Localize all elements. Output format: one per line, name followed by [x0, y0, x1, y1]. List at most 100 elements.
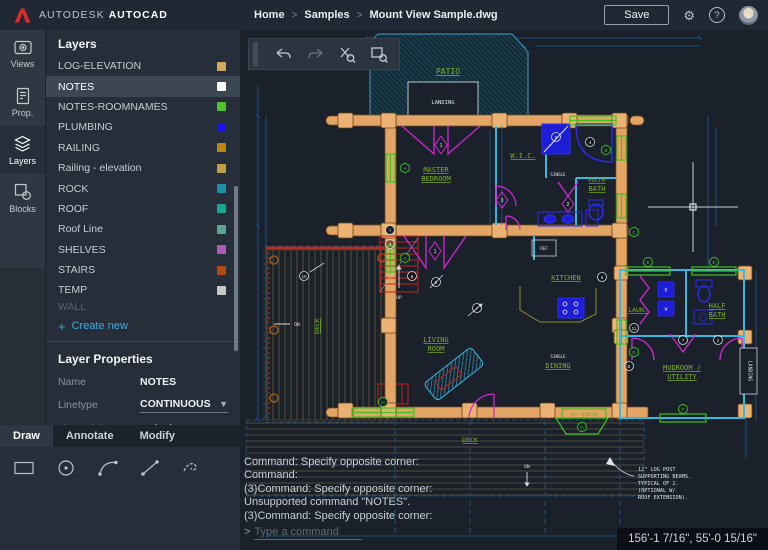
breadcrumb-samples[interactable]: Samples [304, 9, 349, 21]
layer-color-swatch[interactable] [217, 245, 226, 254]
room-label-mudroom-1: MUDROOM / [663, 364, 701, 372]
views-icon [13, 39, 33, 56]
properties-icon [14, 87, 32, 105]
note-line: ROOF EXTENSION). [638, 495, 688, 501]
room-label-landing-top: LANDING [431, 100, 454, 106]
room-label-master-1: MASTER [423, 166, 449, 174]
toolbar-drag-handle[interactable] [253, 42, 258, 66]
layers-panel: Layers LOG-ELEVATION NOTES NOTES-ROOMNAM… [45, 30, 240, 425]
svg-text:E: E [712, 260, 715, 265]
brand-logo: AUTODESK AUTOCAD [0, 6, 240, 25]
layers-icon [13, 135, 32, 153]
arc-tool-button[interactable] [94, 457, 122, 479]
undo-icon[interactable] [274, 46, 293, 62]
save-button[interactable]: Save [604, 5, 669, 25]
layer-color-swatch[interactable] [217, 266, 226, 275]
property-row-linetype: Linetype CONTINUOUS ▼ [46, 393, 240, 418]
sidebar-item-layers[interactable]: Layers [0, 126, 45, 174]
breadcrumb-home[interactable]: Home [254, 9, 285, 21]
layers-scrollbar[interactable] [234, 186, 238, 351]
layer-row-partial[interactable]: WALL [46, 301, 240, 314]
sidebar-item-blocks[interactable]: Blocks [0, 174, 45, 222]
create-new-layer-button[interactable]: + Create new [46, 314, 240, 342]
layer-row[interactable]: SHELVES [46, 240, 240, 260]
layer-row[interactable]: Railing - elevation [46, 158, 240, 178]
room-label-laun: LAUN. [628, 306, 648, 314]
room-label-half-2: BATH [709, 311, 726, 319]
svg-text:1: 1 [434, 249, 437, 255]
layer-row[interactable]: LOG-ELEVATION [46, 56, 240, 76]
layer-row[interactable]: NOTES-ROOMNAMES [46, 97, 240, 117]
layer-row[interactable]: PLUMBING [46, 117, 240, 137]
svg-text:10: 10 [301, 274, 307, 279]
help-icon[interactable]: ? [709, 7, 725, 23]
fireplace [424, 347, 485, 401]
layer-name: SHELVES [58, 244, 106, 256]
tab-modify[interactable]: Modify [127, 425, 188, 447]
svg-text:E: E [646, 260, 649, 265]
layer-name: WALL [58, 301, 86, 313]
sidebar-item-properties[interactable]: Prop. [0, 78, 45, 126]
note-line: TYPICAL OF 2. [638, 481, 679, 487]
line-tool-button[interactable] [136, 457, 164, 479]
top-bar: AUTODESK AUTOCAD Home > Samples > Mount … [0, 0, 768, 30]
svg-text:I: I [389, 228, 390, 233]
redo-icon[interactable] [306, 46, 325, 62]
layer-color-swatch[interactable] [217, 225, 226, 234]
sidebar-item-views[interactable]: Views [0, 30, 45, 78]
layer-color-swatch[interactable] [217, 286, 226, 295]
rail-label-properties: Prop. [12, 108, 34, 118]
tab-draw[interactable]: Draw [0, 425, 53, 447]
room-label-deck-bottom: DECK [462, 436, 478, 444]
linetype-dropdown[interactable]: CONTINUOUS ▼ [140, 398, 228, 413]
layer-name: Roof Line [58, 223, 103, 235]
tab-annotate[interactable]: Annotate [53, 425, 127, 447]
layer-row[interactable]: Roof Line [46, 219, 240, 239]
circle-tool-button[interactable] [52, 457, 80, 479]
layer-row[interactable]: NOTES [46, 76, 240, 96]
layer-color-swatch[interactable] [217, 184, 226, 193]
layer-color-swatch[interactable] [217, 102, 226, 111]
rail-filler [0, 268, 45, 425]
layer-row[interactable]: RAILING [46, 138, 240, 158]
label-dn-bottom: DN [524, 464, 530, 470]
room-label-mstr-2: BATH [589, 185, 606, 193]
layer-name: ROOF [58, 203, 88, 215]
breadcrumb-filename: Mount View Sample.dwg [370, 9, 498, 21]
rectangle-tool-button[interactable] [10, 457, 38, 479]
layer-properties-title: Layer Properties [46, 342, 240, 371]
command-input-row: > [244, 526, 432, 540]
label-bay-window: BAY WINDOW [571, 412, 598, 418]
svg-text:1: 1 [440, 143, 443, 149]
command-history-line: (3)Command: Specify opposite corner: [244, 483, 432, 497]
layer-row[interactable]: ROOF [46, 199, 240, 219]
layer-list: LOG-ELEVATION NOTES NOTES-ROOMNAMES PLUM… [46, 56, 240, 301]
label-dn-left: DN [294, 322, 300, 328]
layer-color-swatch[interactable] [217, 143, 226, 152]
polyline-tool-button[interactable] [178, 457, 206, 479]
create-new-label: Create new [72, 320, 128, 332]
door-tags: 1 1 3 2 [429, 136, 574, 260]
zoom-object-icon[interactable] [338, 46, 357, 63]
layer-color-swatch[interactable] [217, 123, 226, 132]
tool-tabbar: Draw Annotate Modify [0, 425, 240, 447]
zoom-window-icon[interactable] [370, 46, 389, 63]
note-line: SUPPORTING BEAMS. [638, 474, 691, 480]
crosshair-cursor [648, 162, 738, 252]
room-label-deck-left: DECK [313, 318, 321, 334]
layer-color-swatch[interactable] [217, 62, 226, 71]
command-input[interactable] [254, 526, 362, 540]
label-single-2: SINGLE [550, 354, 566, 359]
settings-gear-icon[interactable]: ⚙ [683, 9, 695, 22]
layer-color-swatch[interactable] [217, 82, 226, 91]
canvas-toolbar [248, 38, 400, 70]
layer-color-swatch[interactable] [217, 164, 226, 173]
user-avatar[interactable] [739, 6, 758, 25]
label-ref: REF [540, 246, 548, 251]
layer-row[interactable]: ROCK [46, 178, 240, 198]
layer-name: ROCK [58, 183, 88, 195]
layer-color-swatch[interactable] [217, 204, 226, 213]
layer-row[interactable]: TEMP [46, 280, 240, 300]
layer-row[interactable]: STAIRS [46, 260, 240, 280]
drawing-canvas[interactable]: 1 1 3 2 [240, 30, 768, 550]
